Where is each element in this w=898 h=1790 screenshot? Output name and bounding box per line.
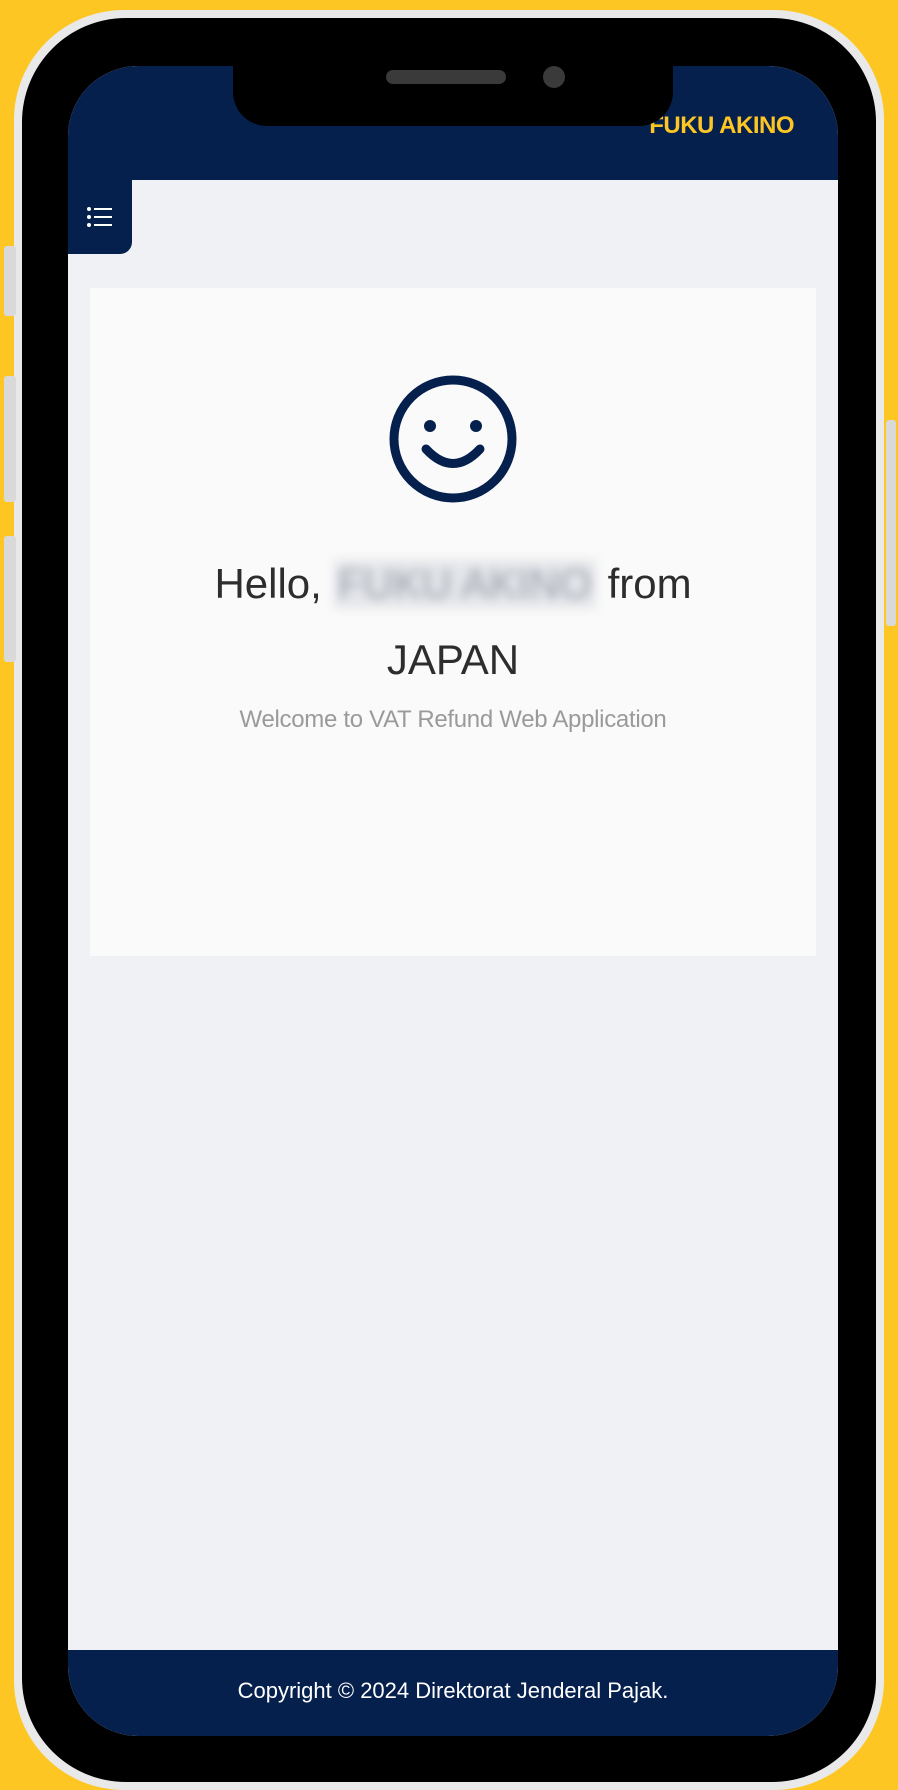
speaker-grille: [386, 70, 506, 84]
redacted-user-name: FUKU AKINO: [333, 560, 596, 608]
footer: Copyright © 2024 Direktorat Jenderal Paj…: [68, 1650, 838, 1736]
welcome-card: Hello, FUKU AKINO from JAPAN Welcome to …: [90, 288, 816, 956]
phone-side-button: [886, 420, 896, 626]
hello-text: Hello,: [214, 560, 322, 607]
user-name-label[interactable]: FUKU AKINO: [649, 112, 794, 140]
country-text: JAPAN: [386, 636, 520, 683]
phone-side-button: [4, 246, 16, 316]
phone-side-button: [4, 376, 16, 502]
welcome-subtitle: Welcome to VAT Refund Web Application: [239, 706, 667, 733]
list-icon: [87, 207, 112, 227]
sidebar-toggle-button[interactable]: [68, 180, 132, 254]
from-text: from: [607, 560, 692, 607]
greeting-heading: Hello, FUKU AKINO from: [90, 560, 816, 608]
app-screen: FUKU AKINO Hello, FUKU AKINO from JAPAN: [68, 66, 838, 1736]
phone-side-button: [4, 536, 16, 662]
front-camera: [543, 66, 565, 88]
smiley-icon: [389, 375, 517, 503]
copyright-text: Copyright © 2024 Direktorat Jenderal Paj…: [237, 1678, 669, 1703]
phone-notch: [233, 66, 673, 126]
